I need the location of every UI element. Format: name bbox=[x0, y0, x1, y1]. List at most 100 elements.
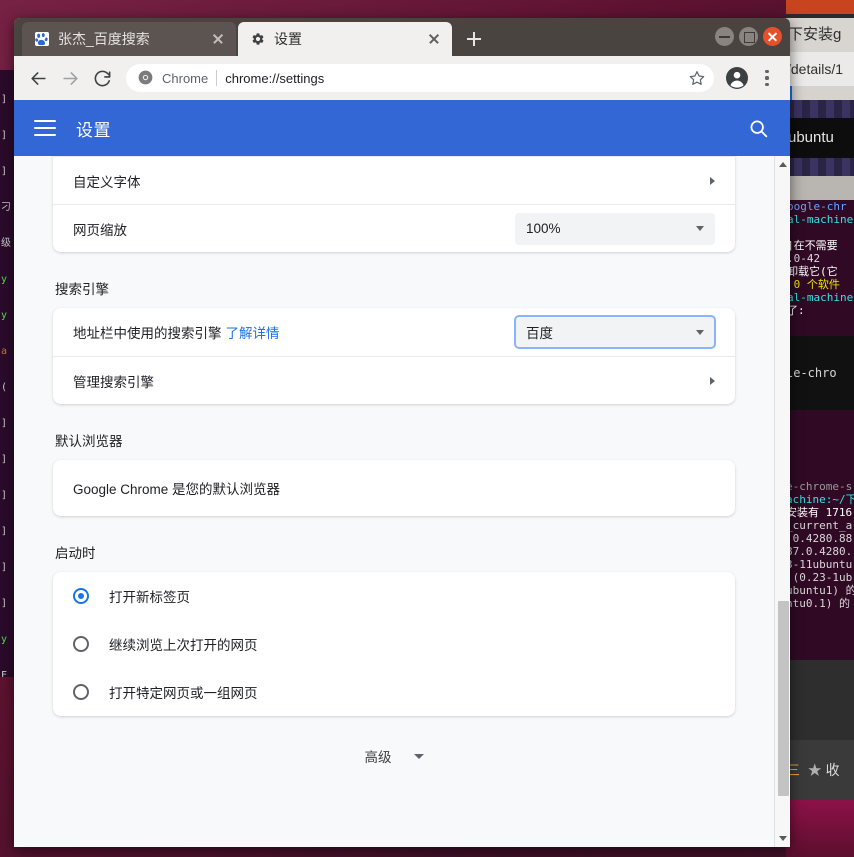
bg-chrome-tab-title: 下安装g bbox=[786, 18, 854, 52]
bg-term2-line: .0.4280.88 bbox=[786, 532, 853, 545]
section-title-default-browser: 默认浏览器 bbox=[55, 434, 123, 449]
bg-term2-line: (0.23-1ub bbox=[786, 571, 853, 584]
profile-avatar[interactable] bbox=[724, 65, 750, 91]
bg-term2-line: e-chrome-s bbox=[786, 480, 853, 493]
bg-left-line: y bbox=[1, 310, 8, 321]
section-title-search-engine: 搜索引擎 bbox=[55, 282, 109, 297]
tab-close-icon[interactable] bbox=[426, 31, 442, 47]
bg-left-line: ] bbox=[1, 490, 8, 501]
bg-term2-line: 3-11ubuntu bbox=[786, 558, 853, 571]
bg-terminal-two[interactable]: e-chrome-s achine:~/下 安装有 1716 _current_… bbox=[786, 410, 854, 660]
settings-scrollbar[interactable] bbox=[774, 156, 790, 847]
radio-continue-last-session[interactable]: 继续浏览上次打开的网页 bbox=[53, 620, 735, 668]
bg-term2-line: _current_a bbox=[786, 519, 853, 532]
hamburger-line bbox=[34, 134, 56, 136]
default-browser-card: Google Chrome 是您的默认浏览器 bbox=[53, 460, 735, 516]
tab-baidu-search[interactable]: 张杰_百度搜索 bbox=[22, 22, 236, 56]
bg-left-line: ] bbox=[1, 94, 8, 105]
omnibox-url-text[interactable]: chrome://settings bbox=[225, 71, 678, 86]
settings-scroll-region[interactable]: 自定义字体 网页缩放 100% 搜索引擎 地址栏中使用的搜索引擎 了解详情 百度… bbox=[14, 156, 774, 847]
back-button[interactable] bbox=[24, 64, 52, 92]
bg-term-line: 0 个软件 bbox=[787, 278, 840, 291]
radio-button-icon[interactable] bbox=[73, 684, 89, 700]
row-label-text: 地址栏中使用的搜索引擎 bbox=[73, 326, 222, 341]
page-title: 设置 bbox=[76, 120, 111, 140]
chevron-down-icon bbox=[696, 329, 704, 335]
settings-content: 自定义字体 网页缩放 100% 搜索引擎 地址栏中使用的搜索引擎 了解详情 百度… bbox=[53, 156, 735, 824]
bg-term-line: 卸载它(它 bbox=[787, 265, 838, 278]
bg-chrome-titlebar bbox=[786, 0, 854, 14]
row-page-zoom[interactable]: 网页缩放 100% bbox=[53, 204, 735, 252]
bg-purple-band-2 bbox=[786, 158, 854, 176]
radio-label: 打开新标签页 bbox=[109, 590, 190, 605]
tab-strip: 张杰_百度搜索 设置 bbox=[14, 18, 790, 56]
chrome-logo-icon bbox=[138, 70, 154, 86]
bookmark-star-icon[interactable] bbox=[686, 67, 708, 89]
bg-left-line: ] bbox=[1, 562, 8, 573]
row-address-bar-search-engine[interactable]: 地址栏中使用的搜索引擎 了解详情 百度 bbox=[53, 308, 735, 356]
radio-button-icon[interactable] bbox=[73, 636, 89, 652]
chevron-right-icon bbox=[710, 376, 715, 385]
reload-button[interactable] bbox=[88, 64, 116, 92]
page-zoom-select[interactable]: 100% bbox=[515, 212, 715, 245]
omnibox[interactable]: Chrome chrome://settings bbox=[126, 64, 714, 92]
row-manage-search-engines[interactable]: 管理搜索引擎 bbox=[53, 356, 735, 404]
default-browser-message: Google Chrome 是您的默认浏览器 bbox=[73, 482, 281, 497]
chevron-down-icon bbox=[696, 226, 704, 231]
appearance-card: 自定义字体 网页缩放 100% bbox=[53, 156, 735, 252]
tab-settings[interactable]: 设置 bbox=[238, 22, 452, 56]
row-label: 网页缩放 bbox=[73, 222, 127, 238]
bg-bookmark-bar[interactable]: 三 ★ 收 bbox=[786, 740, 854, 800]
arrow-left-icon bbox=[30, 71, 46, 85]
bg-bookmark-text: 收 bbox=[825, 762, 840, 778]
tab-close-icon[interactable] bbox=[210, 31, 226, 47]
row-label: 管理搜索引擎 bbox=[73, 374, 154, 390]
star-icon: ★ bbox=[807, 762, 822, 778]
search-icon[interactable] bbox=[746, 116, 770, 140]
bg-black-band: le-chro bbox=[786, 336, 854, 410]
bg-black-band-text: le-chro bbox=[786, 366, 837, 380]
bg-desktop-bottom bbox=[786, 800, 854, 857]
close-button[interactable] bbox=[763, 27, 782, 46]
bg-left-line: a bbox=[1, 346, 8, 357]
row-custom-fonts[interactable]: 自定义字体 bbox=[53, 156, 735, 204]
bg-left-line: F bbox=[1, 670, 8, 677]
chrome-browser-window: 张杰_百度搜索 设置 Chrome chrome://settings 设置 自… bbox=[14, 18, 790, 847]
settings-header-bar: 设置 bbox=[14, 100, 790, 156]
row-label: 地址栏中使用的搜索引擎 了解详情 bbox=[73, 322, 515, 342]
minimize-button[interactable] bbox=[715, 27, 734, 46]
page-zoom-value: 100% bbox=[526, 221, 561, 236]
reload-icon bbox=[94, 70, 110, 86]
bg-term2-line: achine:~/下 bbox=[786, 493, 854, 506]
bg-term-line: oogle-chr bbox=[787, 200, 847, 213]
search-engine-select[interactable]: 百度 bbox=[515, 316, 715, 348]
bg-left-line: ] bbox=[1, 130, 8, 141]
bg-term2-line: ubuntu1) 的 bbox=[786, 584, 854, 597]
radio-open-new-tab[interactable]: 打开新标签页 bbox=[53, 572, 735, 620]
bg-term-line: ]在不需要 bbox=[787, 239, 838, 252]
advanced-label: 高级 bbox=[364, 750, 392, 765]
bg-left-line: y bbox=[1, 634, 8, 645]
scroll-up-arrow-icon[interactable] bbox=[779, 162, 787, 167]
bg-left-line: ] bbox=[1, 526, 8, 537]
scroll-down-arrow-icon[interactable] bbox=[779, 836, 787, 841]
advanced-toggle[interactable]: 高级 bbox=[53, 728, 735, 784]
scrollbar-thumb[interactable] bbox=[778, 601, 789, 796]
bg-term-line: al-machine bbox=[787, 213, 854, 226]
bg-left-line: ] bbox=[1, 418, 8, 429]
hamburger-menu-icon[interactable] bbox=[34, 120, 56, 136]
learn-more-link[interactable]: 了解详情 bbox=[226, 326, 280, 341]
maximize-button[interactable] bbox=[739, 27, 758, 46]
browser-toolbar: Chrome chrome://settings bbox=[14, 56, 790, 100]
new-tab-button[interactable] bbox=[460, 25, 488, 53]
bg-left-line: ] bbox=[1, 454, 8, 465]
radio-button-icon[interactable] bbox=[73, 588, 89, 604]
chrome-menu-button[interactable] bbox=[754, 65, 780, 91]
bg-dark-panel bbox=[786, 660, 854, 740]
search-engine-value: 百度 bbox=[526, 326, 553, 341]
radio-open-specific-pages[interactable]: 打开特定网页或一组网页 bbox=[53, 668, 735, 716]
bg-grey-band bbox=[786, 176, 854, 200]
background-windows-right[interactable]: 下安装g /details/1 ubuntu oogle-chr al-mach… bbox=[786, 0, 854, 857]
bg-term2-line: 安装有 1716 bbox=[786, 506, 853, 519]
forward-button[interactable] bbox=[56, 64, 84, 92]
